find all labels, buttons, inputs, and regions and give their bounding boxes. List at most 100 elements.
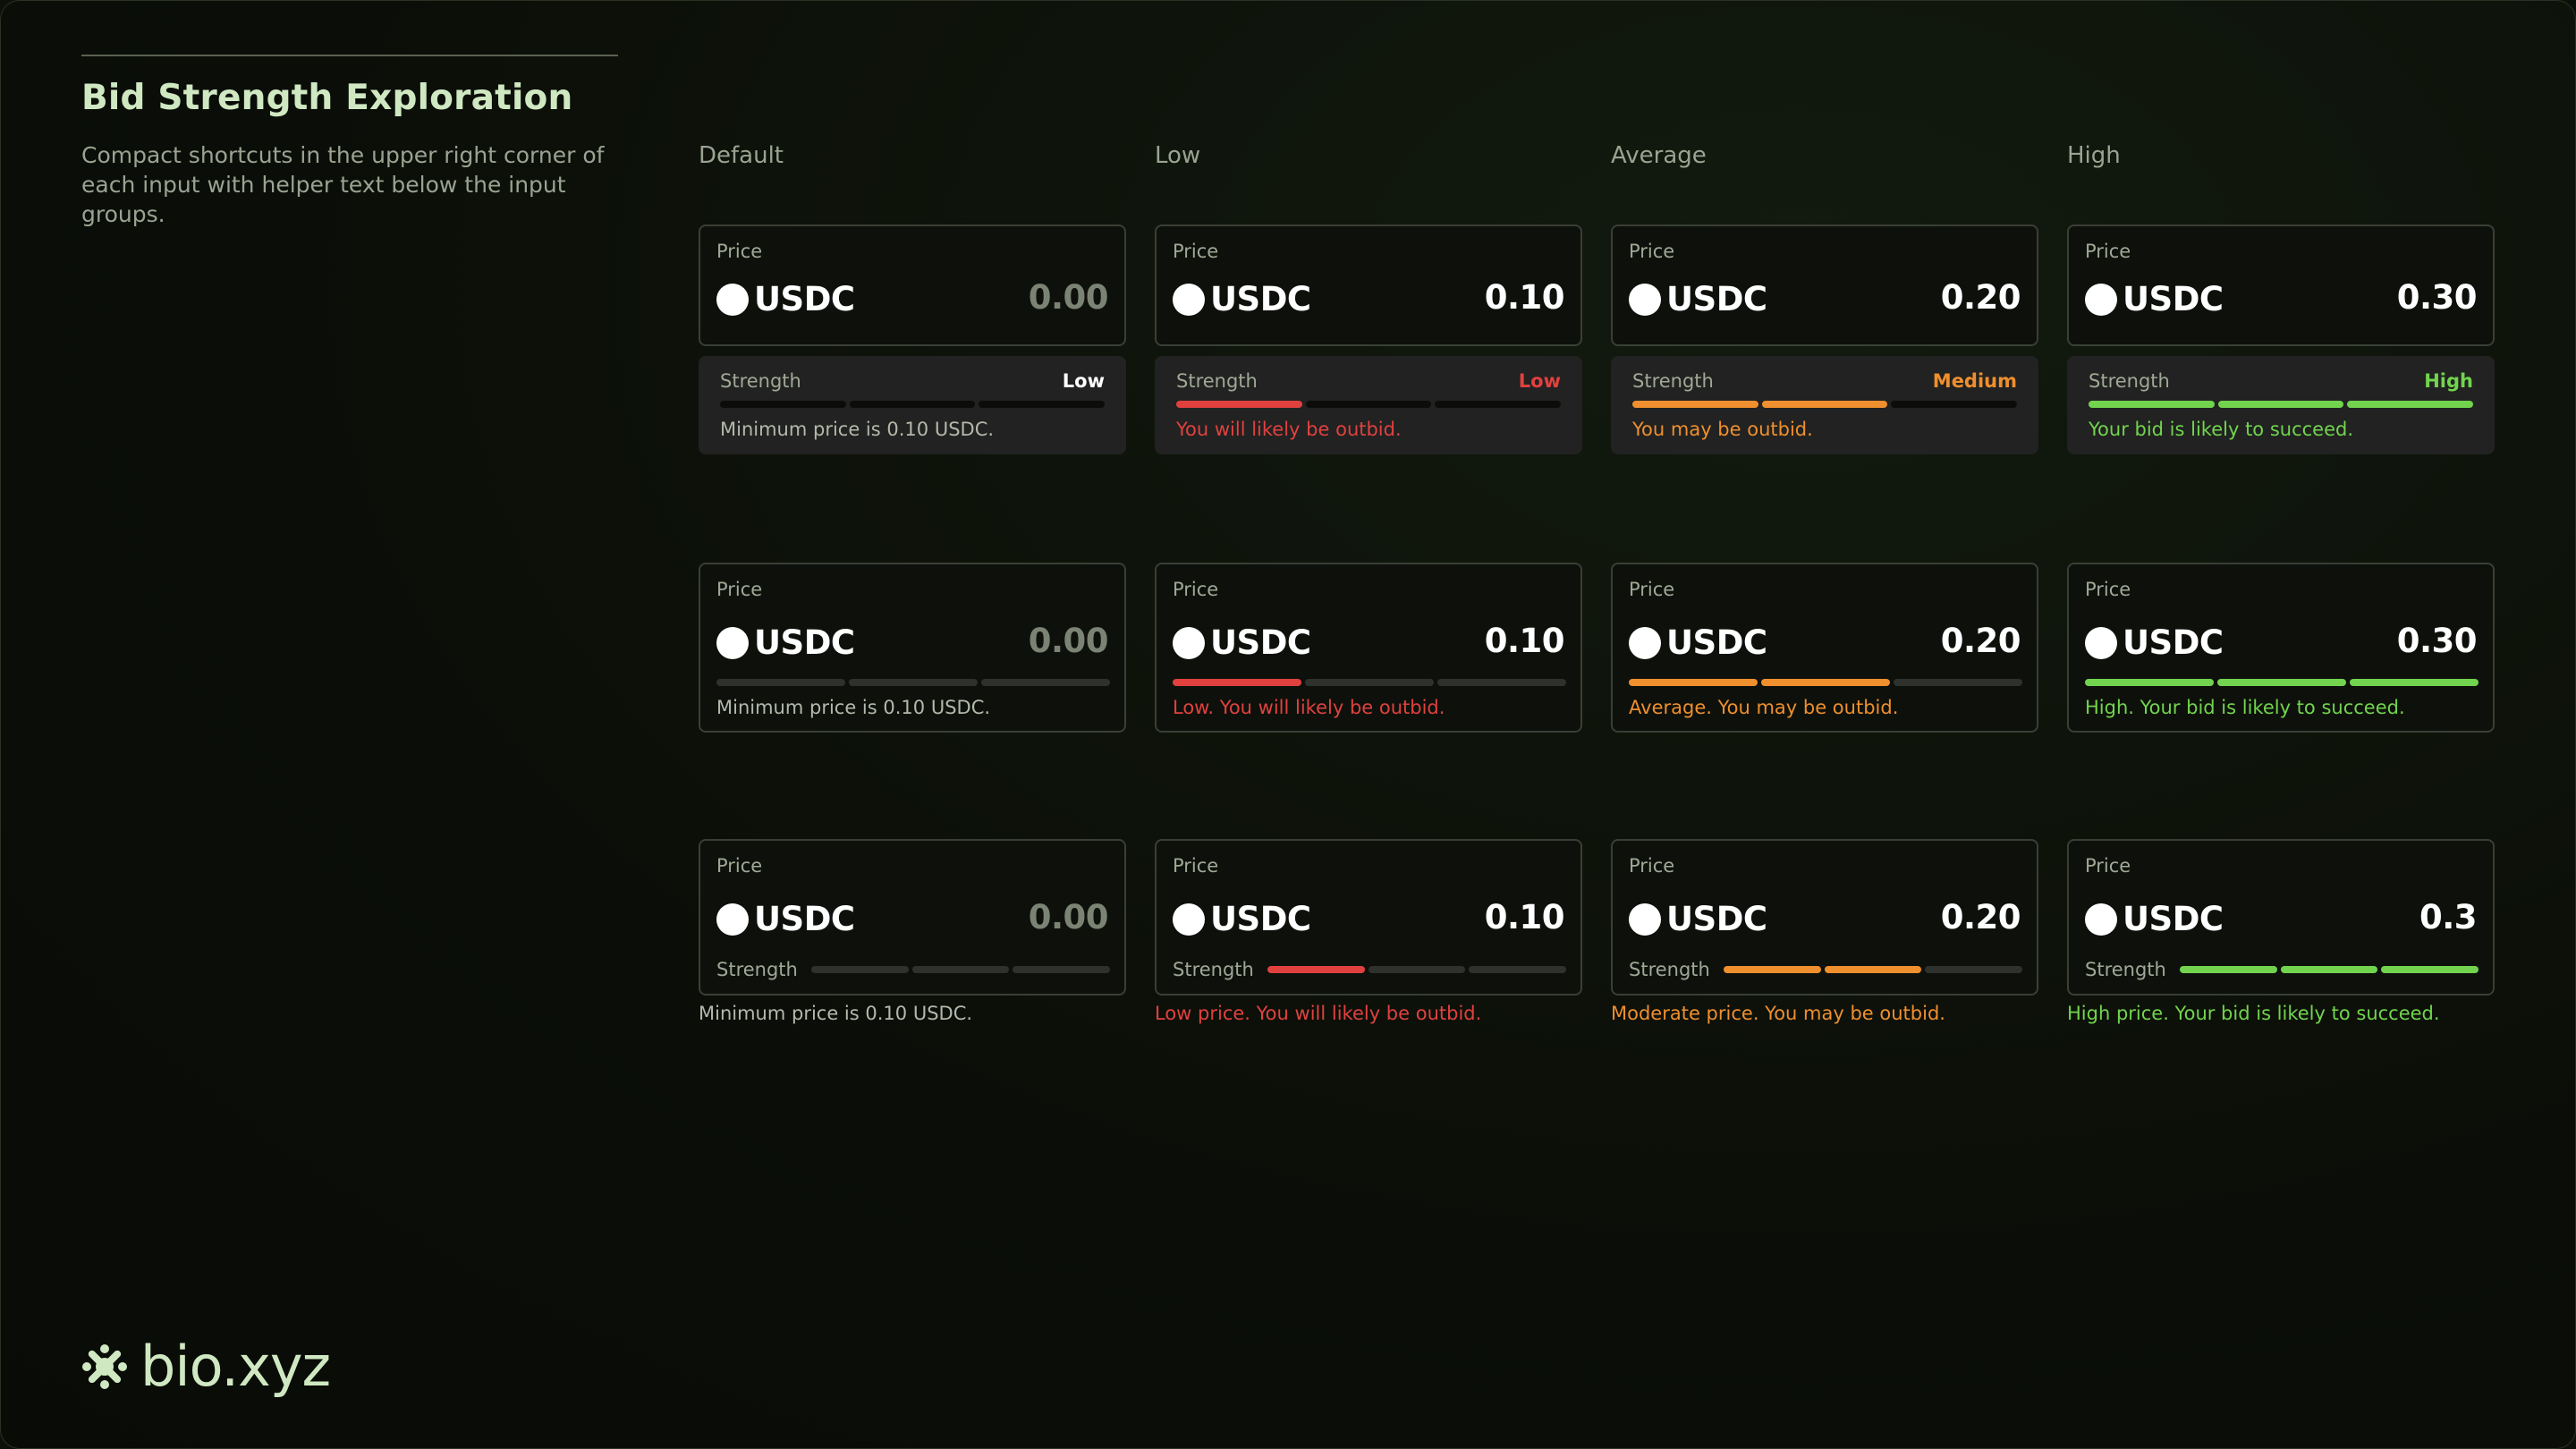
title-divider: [81, 55, 618, 56]
strength-segment: [2089, 401, 2215, 408]
currency-label: USDC: [1666, 900, 1767, 938]
currency-selector[interactable]: USDC: [1173, 623, 1311, 662]
price-input[interactable]: 0.00: [1029, 278, 1109, 317]
currency-selector[interactable]: USDC: [716, 623, 855, 662]
price-label: Price: [1629, 241, 1675, 262]
currency-selector[interactable]: USDC: [1173, 280, 1311, 318]
price-label: Price: [1173, 855, 1219, 877]
strength-segment: [1305, 679, 1434, 686]
usdc-coin-icon: [1173, 902, 1205, 936]
strength-meter: [2085, 679, 2479, 686]
price-input-group: Price USDC 0.10: [1155, 225, 1582, 346]
strength-segment: [849, 401, 976, 408]
currency-label: USDC: [754, 280, 855, 318]
usdc-coin-icon: [1629, 626, 1661, 659]
helper-text: Low. You will likely be outbid.: [1173, 697, 1445, 718]
price-input[interactable]: 0.20: [1941, 898, 2021, 936]
currency-label: USDC: [1666, 623, 1767, 662]
price-label: Price: [1629, 579, 1675, 600]
strength-segment: [849, 679, 978, 686]
price-input[interactable]: 0.10: [1485, 622, 1565, 660]
strength-segment: [1894, 679, 2022, 686]
strength-segment: [981, 679, 1110, 686]
strength-panel: Strength High Your bid is likely to succee…: [2067, 356, 2495, 454]
helper-text: Moderate price. You may be outbid.: [1611, 1003, 1945, 1024]
strength-shortcut[interactable]: Low: [1063, 370, 1105, 392]
price-input[interactable]: 0.00: [1029, 622, 1109, 660]
price-input-group: Price USDC 0.10 Strength: [1155, 839, 1582, 996]
price-input[interactable]: 0.10: [1485, 898, 1565, 936]
page-description: Compact shortcuts in the upper right cor…: [81, 142, 605, 227]
price-input[interactable]: 0.20: [1941, 622, 2021, 660]
price-input[interactable]: 0.00: [1029, 898, 1109, 936]
price-label: Price: [2085, 241, 2131, 262]
strength-label: Strength: [2085, 959, 2166, 980]
strength-segment: [2180, 966, 2277, 973]
strength-label: Strength: [1632, 370, 1714, 392]
usdc-coin-icon: [716, 283, 749, 316]
strength-shortcut[interactable]: High: [2424, 370, 2473, 392]
currency-selector[interactable]: USDC: [1629, 623, 1767, 662]
usdc-coin-icon: [1173, 283, 1205, 316]
price-label: Price: [716, 579, 763, 600]
strength-segment: [716, 679, 845, 686]
currency-label: USDC: [2123, 280, 2224, 318]
strength-shortcut[interactable]: Low: [1519, 370, 1561, 392]
strength-segment: [1267, 966, 1365, 973]
strength-meter: [2180, 966, 2479, 973]
currency-label: USDC: [1210, 623, 1311, 662]
helper-text: Low price. You will likely be outbid.: [1155, 1003, 1482, 1024]
strength-segment: [1305, 401, 1432, 408]
price-input[interactable]: 0.3: [2419, 898, 2478, 936]
price-label: Price: [1173, 241, 1219, 262]
strength-segment: [1437, 679, 1566, 686]
currency-selector[interactable]: USDC: [1629, 280, 1767, 318]
price-label: Price: [2085, 579, 2131, 600]
strength-segment: [2085, 679, 2214, 686]
helper-text: You may be outbid.: [1632, 419, 1813, 440]
currency-selector[interactable]: USDC: [716, 900, 855, 938]
helper-text: Minimum price is 0.10 USDC.: [720, 419, 995, 440]
canvas-frame: Bid Strength Exploration Compact shortcu…: [0, 0, 2576, 1449]
price-label: Price: [716, 241, 763, 262]
strength-label: Strength: [1173, 959, 1254, 980]
price-input-group: Price USDC 0.20 Average. You may be outbid.: [1611, 563, 2038, 733]
strength-meter: [1176, 401, 1562, 408]
currency-selector[interactable]: USDC: [716, 280, 855, 318]
usdc-coin-icon: [716, 626, 749, 659]
currency-label: USDC: [2123, 900, 2224, 938]
usdc-coin-icon: [716, 902, 749, 936]
price-input-group: Price USDC 0.20: [1611, 225, 2038, 346]
strength-label: Strength: [716, 959, 798, 980]
price-input[interactable]: 0.20: [1941, 278, 2021, 317]
currency-selector[interactable]: USDC: [1173, 900, 1311, 938]
price-label: Price: [1173, 579, 1219, 600]
currency-label: USDC: [1210, 280, 1311, 318]
strength-segment: [1761, 679, 1890, 686]
helper-text: High. Your bid is likely to succeed.: [2085, 697, 2405, 718]
usdc-coin-icon: [1629, 283, 1661, 316]
strength-segment: [1724, 966, 1821, 973]
strength-segment: [1629, 679, 1758, 686]
brand-name: bio.xyz: [140, 1334, 331, 1399]
strength-shortcut[interactable]: Medium: [1933, 370, 2017, 392]
price-input[interactable]: 0.30: [2397, 278, 2478, 317]
strength-segment: [1824, 966, 1922, 973]
currency-selector[interactable]: USDC: [2085, 900, 2224, 938]
brand-logo: bio.xyz: [81, 1334, 331, 1399]
currency-selector[interactable]: USDC: [1629, 900, 1767, 938]
price-input-group: Price USDC 0.20 Strength: [1611, 839, 2038, 996]
bio-asterisk-logo-icon: [82, 1343, 127, 1389]
strength-label: Strength: [1176, 370, 1258, 392]
currency-selector[interactable]: USDC: [2085, 280, 2224, 318]
currency-label: USDC: [754, 623, 855, 662]
price-input[interactable]: 0.30: [2397, 622, 2478, 660]
strength-label: Strength: [720, 370, 801, 392]
currency-selector[interactable]: USDC: [2085, 623, 2224, 662]
strength-panel: Strength Low Minimum price is 0.10 USDC.: [699, 356, 1126, 454]
usdc-coin-icon: [1173, 626, 1205, 659]
price-input[interactable]: 0.10: [1485, 278, 1565, 317]
strength-meter: [811, 966, 1111, 973]
strength-segment: [2217, 679, 2346, 686]
strength-meter: [1267, 966, 1567, 973]
